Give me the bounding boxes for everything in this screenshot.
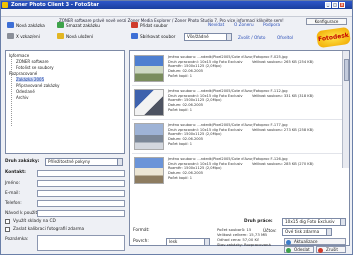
filter-combo[interactable]: Vše/žádné xyxy=(184,33,232,41)
select-files-icon xyxy=(131,33,138,39)
work-type-label: Druh práce: xyxy=(244,219,273,224)
photo-thumbnail xyxy=(134,157,164,184)
title-bar: Zoner Photo Client 3 - FotoStar _ □ × xyxy=(1,1,352,9)
format-label: Formát: xyxy=(133,228,150,233)
support-link[interactable]: Podpora xyxy=(263,22,280,27)
tree-item-zoner[interactable]: ZONER software xyxy=(16,59,49,64)
chevron-down-icon xyxy=(226,34,231,40)
chevron-down-icon xyxy=(117,159,122,165)
scrollbar-thumb[interactable] xyxy=(344,59,349,81)
app-icon xyxy=(2,2,8,8)
tree-item-order-2005[interactable]: Zakázka 2005 xyxy=(16,77,45,82)
name-label: Jméno: xyxy=(5,181,20,186)
cd-checkbox[interactable] xyxy=(5,219,10,224)
chevron-down-icon xyxy=(326,229,331,235)
add-file-icon xyxy=(131,22,138,28)
update-button[interactable]: Aktualizace xyxy=(284,238,346,245)
delete-order-button[interactable]: Smazat zakázku xyxy=(55,20,109,29)
tree-item-sent[interactable]: Odeslané xyxy=(16,89,35,94)
cancel-button[interactable]: Zrušit xyxy=(316,246,346,253)
email-label: E-mail: xyxy=(5,191,20,196)
instructions-field[interactable] xyxy=(37,210,125,217)
tree-item-in-progress[interactable]: Rozpracované xyxy=(9,71,37,76)
offset-link[interactable]: Ofseltol xyxy=(277,35,293,40)
delete-order-icon xyxy=(57,22,64,28)
tree-item-archive[interactable]: Archiv xyxy=(16,95,29,100)
order-type-label: Druh zakázky: xyxy=(5,159,40,164)
cd-checkbox-label: Využít sklady na CD xyxy=(13,219,56,224)
close-button[interactable]: × xyxy=(339,2,345,8)
chevron-down-icon xyxy=(204,239,209,245)
window-title: Zoner Photo Client 3 - FotoStar xyxy=(11,2,99,8)
list-item[interactable]: Jméno souboru: ...ndedk/Pixel2005/Cote d… xyxy=(132,87,344,120)
paper-label: Povrch: xyxy=(133,239,149,244)
maximize-button[interactable]: □ xyxy=(332,2,338,8)
file-list-scrollbar[interactable] xyxy=(342,51,349,168)
new-order-button[interactable]: Nová zakázka xyxy=(5,20,53,29)
select-files-button[interactable]: Sbírkovat soubor xyxy=(129,31,181,40)
photo-thumbnail xyxy=(134,89,164,116)
fotodesk-logo: Fotodesk xyxy=(315,26,352,49)
order-type-select[interactable]: Příležitostné pokyny xyxy=(45,158,123,166)
size-link[interactable]: Zvolit / Ofoto xyxy=(238,35,266,40)
note-textarea[interactable] xyxy=(37,235,125,251)
configure-button[interactable]: Konfigurace xyxy=(306,18,347,25)
send-icon xyxy=(286,248,291,253)
order-tree[interactable]: Informace ZONER software Fotolist se sou… xyxy=(5,50,125,154)
paper-select[interactable]: lesk xyxy=(166,238,210,246)
tree-item-info[interactable]: Informace xyxy=(9,53,29,58)
menu-bar: ZONER software právě nově verzi Zoner Me… xyxy=(1,9,352,25)
tree-item-prepared[interactable]: Připravované zakázky xyxy=(16,83,60,88)
about-link[interactable]: O Zoneru xyxy=(234,22,254,27)
name-field[interactable] xyxy=(37,180,125,187)
news-link[interactable]: Nevídat xyxy=(208,22,224,27)
send-button[interactable]: Odeslat xyxy=(284,246,314,253)
account-label: Účtov: xyxy=(263,229,277,234)
list-item[interactable]: Jméno souboru: ...ndedk/Pixel2005/Cote d… xyxy=(132,53,344,86)
minimize-button[interactable]: _ xyxy=(325,2,331,8)
save-order-button[interactable]: Nová uložení xyxy=(55,31,99,40)
photo-thumbnail xyxy=(134,123,164,150)
chevron-down-icon xyxy=(340,219,345,225)
calibration-checkbox-label: Zaslat kalibraci fotografií zdarma xyxy=(13,227,85,232)
save-order-icon xyxy=(57,33,64,39)
email-field[interactable] xyxy=(37,190,125,197)
calibration-checkbox[interactable] xyxy=(5,227,10,232)
photo-thumbnail xyxy=(134,55,164,82)
app-window: Zoner Photo Client 3 - FotoStar _ □ × ZO… xyxy=(0,0,353,255)
list-item[interactable]: Jméno souboru: ...ndedk/Pixel2005/Cote d… xyxy=(132,155,344,188)
account-select[interactable]: Ové tisk zdarma xyxy=(282,228,332,236)
tree-item-fotolist[interactable]: Fotolist se soubory xyxy=(16,65,54,70)
phone-field[interactable] xyxy=(37,200,125,207)
cancel-icon xyxy=(318,248,323,253)
add-file-button[interactable]: Přidat soubor xyxy=(129,20,185,29)
mark-button[interactable]: X vzkaz/ení xyxy=(5,31,53,40)
contact-field[interactable] xyxy=(37,170,125,177)
new-order-icon xyxy=(7,22,14,28)
contact-label: Kontakt: xyxy=(5,170,26,175)
phone-label: Telefon: xyxy=(5,201,22,206)
list-item[interactable]: Jméno souboru: ...ndedk/Pixel2005/Cote d… xyxy=(132,121,344,154)
work-type-select[interactable]: 10x15 dig Foto Exclusiv xyxy=(282,218,346,226)
file-list[interactable]: Jméno souboru: ...ndedk/Pixel2005/Cote d… xyxy=(129,50,350,246)
note-label: Poznámka: xyxy=(5,237,29,242)
refresh-icon xyxy=(286,240,291,245)
instructions-label: Návod k použití: xyxy=(5,211,40,216)
mark-icon xyxy=(7,33,14,39)
